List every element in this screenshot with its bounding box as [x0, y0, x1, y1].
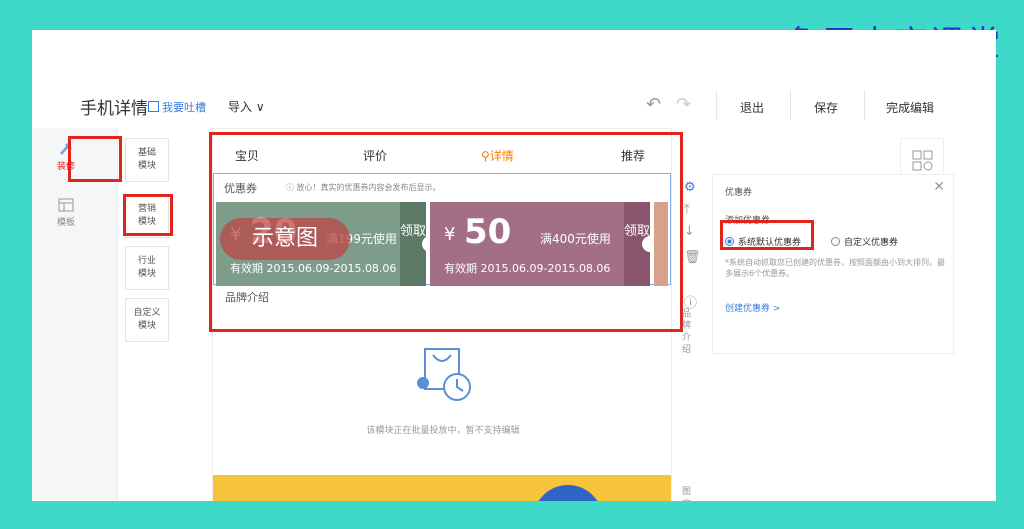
- move-top-icon[interactable]: ⤒: [684, 202, 690, 217]
- undo-icon[interactable]: ↶: [646, 94, 661, 115]
- module-status: 该模块正在批量投放中，暂不支持编辑: [366, 426, 520, 436]
- exit-button[interactable]: 退出: [740, 99, 764, 116]
- panel-title: 优惠券: [725, 188, 753, 198]
- highlight-box: [68, 136, 122, 182]
- top-bar: 手机详情 我要吐槽 导入 ∨ ↶ ↷ 退出 保存 完成编辑: [32, 30, 996, 128]
- panel-hint: *系统自动抓取您已创建的优惠券，按照面额由小到大排列，最多展示6个优惠券。: [725, 258, 945, 278]
- shopping-bag-icon: [417, 348, 471, 401]
- page-title: 手机详情: [80, 99, 148, 119]
- import-dropdown[interactable]: 导入 ∨: [228, 98, 265, 115]
- coupon-settings-panel: 优惠券 ✕ 添加优惠券 系统默认优惠券 自定义优惠券 *系统自动抓取您已创建的优…: [712, 174, 954, 354]
- divider: [790, 90, 791, 120]
- edit-icon: [148, 101, 159, 112]
- feedback-link[interactable]: 我要吐槽: [148, 99, 206, 115]
- highlight-box: [720, 220, 814, 250]
- category-basic[interactable]: 基础 模块: [125, 138, 169, 182]
- left-rail: 装修 模板: [32, 128, 118, 501]
- template-tab[interactable]: 模板: [38, 194, 94, 240]
- redo-icon[interactable]: ↷: [676, 94, 691, 115]
- radio-icon: [831, 237, 840, 246]
- divider: [864, 90, 865, 120]
- settings-icon[interactable]: ⚙: [684, 180, 696, 195]
- create-coupon-link[interactable]: 创建优惠券 >: [725, 301, 780, 314]
- highlight-box: [123, 194, 173, 236]
- category-industry[interactable]: 行业 模块: [125, 246, 169, 290]
- delete-icon[interactable]: 🗑: [684, 250, 701, 265]
- module-tools: ⚙ ⤒ ↓ 🗑 ⓘ 品牌介绍 图文: [678, 180, 702, 501]
- divider: [716, 90, 717, 120]
- category-custom[interactable]: 自定义 模块: [125, 298, 169, 342]
- move-down-icon[interactable]: ↓: [684, 224, 695, 239]
- radio-custom-coupon[interactable]: 自定义优惠券: [831, 235, 898, 248]
- finish-edit-button[interactable]: 完成编辑: [886, 99, 934, 116]
- tool-label: 品牌介绍: [682, 309, 692, 355]
- highlight-box: [209, 132, 683, 332]
- banner-module[interactable]: [213, 475, 671, 501]
- close-icon[interactable]: ✕: [933, 179, 945, 195]
- tool-label: 图文: [682, 487, 692, 501]
- layout-icon: [58, 198, 74, 212]
- editor-screen: 手机详情 我要吐槽 导入 ∨ ↶ ↷ 退出 保存 完成编辑 装修 模板 基础 模…: [32, 30, 996, 501]
- save-button[interactable]: 保存: [814, 99, 838, 116]
